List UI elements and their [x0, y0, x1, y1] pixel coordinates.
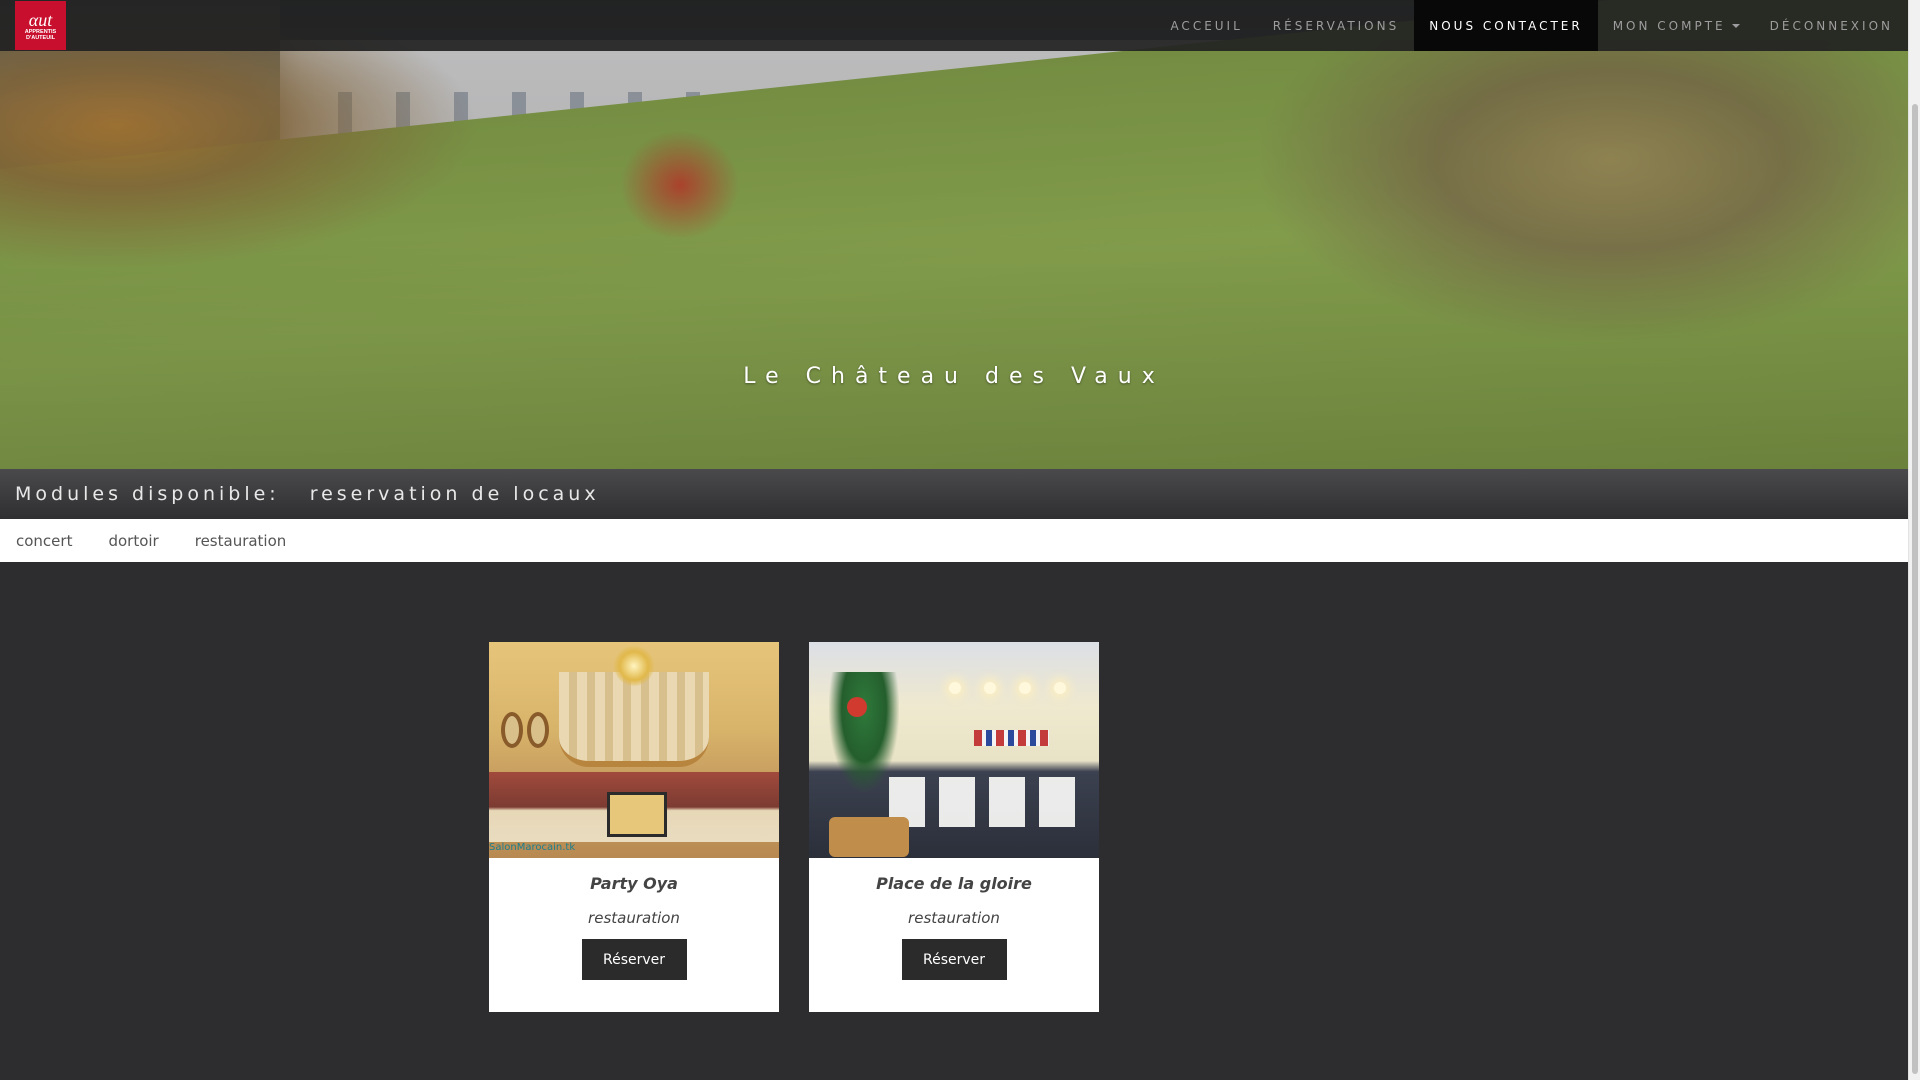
reserve-button[interactable]: Réserver: [581, 939, 687, 980]
hero-title: Le Château des Vaux: [743, 364, 1165, 389]
filter-tab-restauration[interactable]: restauration: [195, 532, 287, 550]
logo-text-2: D'AUTEUIL: [25, 34, 56, 41]
image-wall-art: [974, 730, 1049, 746]
caret-down-icon: [1731, 23, 1740, 28]
image-tables: [889, 777, 1089, 827]
filter-tab-dortoir[interactable]: dortoir: [108, 532, 158, 550]
image-flowers: [847, 697, 867, 717]
venue-card-title: Place de la gloire: [876, 874, 1032, 893]
logo-mark-icon: αut: [28, 9, 53, 30]
image-chairs: [829, 817, 909, 857]
venue-card-image: [809, 642, 1099, 858]
image-plant: [829, 672, 899, 792]
filter-tab-concert[interactable]: concert: [16, 532, 72, 550]
nav-menu: ACCEUIL RÉSERVATIONS NOUS CONTACTER MON …: [1155, 0, 1908, 51]
nav-item-accueil[interactable]: ACCEUIL: [1155, 0, 1257, 51]
image-table: [607, 792, 667, 837]
image-watermark: SalonMarocain.tk: [489, 842, 576, 853]
nav-item-mon-compte-label: MON COMPTE: [1612, 18, 1726, 33]
nav-item-deconnexion[interactable]: DÉCONNEXION: [1755, 0, 1908, 51]
reserve-button[interactable]: Réserver: [901, 939, 1007, 980]
image-curtain: [559, 672, 709, 767]
page: Le Château des Vaux αut APPRENTIS D'AUTE…: [0, 0, 1908, 1080]
venue-card-title: Party Oya: [590, 874, 678, 893]
image-lamp: [1054, 682, 1066, 694]
image-mirror: [527, 712, 549, 748]
image-lamp: [984, 682, 996, 694]
image-lamp: [1019, 682, 1031, 694]
top-navbar: αut APPRENTIS D'AUTEUIL ACCEUIL RÉSERVAT…: [0, 0, 1908, 51]
modules-value: reservation de locaux: [309, 483, 600, 505]
scrollbar-thumb[interactable]: [1912, 104, 1918, 1074]
venue-card: SalonMarocain.tk Party Oya restauration …: [489, 642, 779, 1012]
filter-tabs: concert dortoir restauration: [0, 519, 1908, 562]
hero-banner: Le Château des Vaux: [0, 0, 1908, 470]
image-mirror: [501, 712, 523, 748]
brand-logo[interactable]: αut APPRENTIS D'AUTEUIL: [15, 1, 66, 50]
page-scrollbar[interactable]: [1908, 0, 1920, 1080]
image-chandelier: [614, 646, 654, 686]
venue-card-category: restauration: [908, 909, 1000, 927]
nav-item-nous-contacter[interactable]: NOUS CONTACTER: [1414, 0, 1598, 51]
venue-card-category: restauration: [588, 909, 680, 927]
venue-card: Place de la gloire restauration Réserver: [809, 642, 1099, 1012]
nav-item-mon-compte[interactable]: MON COMPTE: [1598, 0, 1755, 51]
modules-label: Modules disponible:: [15, 483, 280, 505]
nav-item-reservations[interactable]: RÉSERVATIONS: [1258, 0, 1414, 51]
image-lamp: [949, 682, 961, 694]
hero-image-shade: [0, 0, 1908, 470]
venue-card-image: SalonMarocain.tk: [489, 642, 779, 858]
modules-bar: Modules disponible: reservation de locau…: [0, 469, 1908, 519]
